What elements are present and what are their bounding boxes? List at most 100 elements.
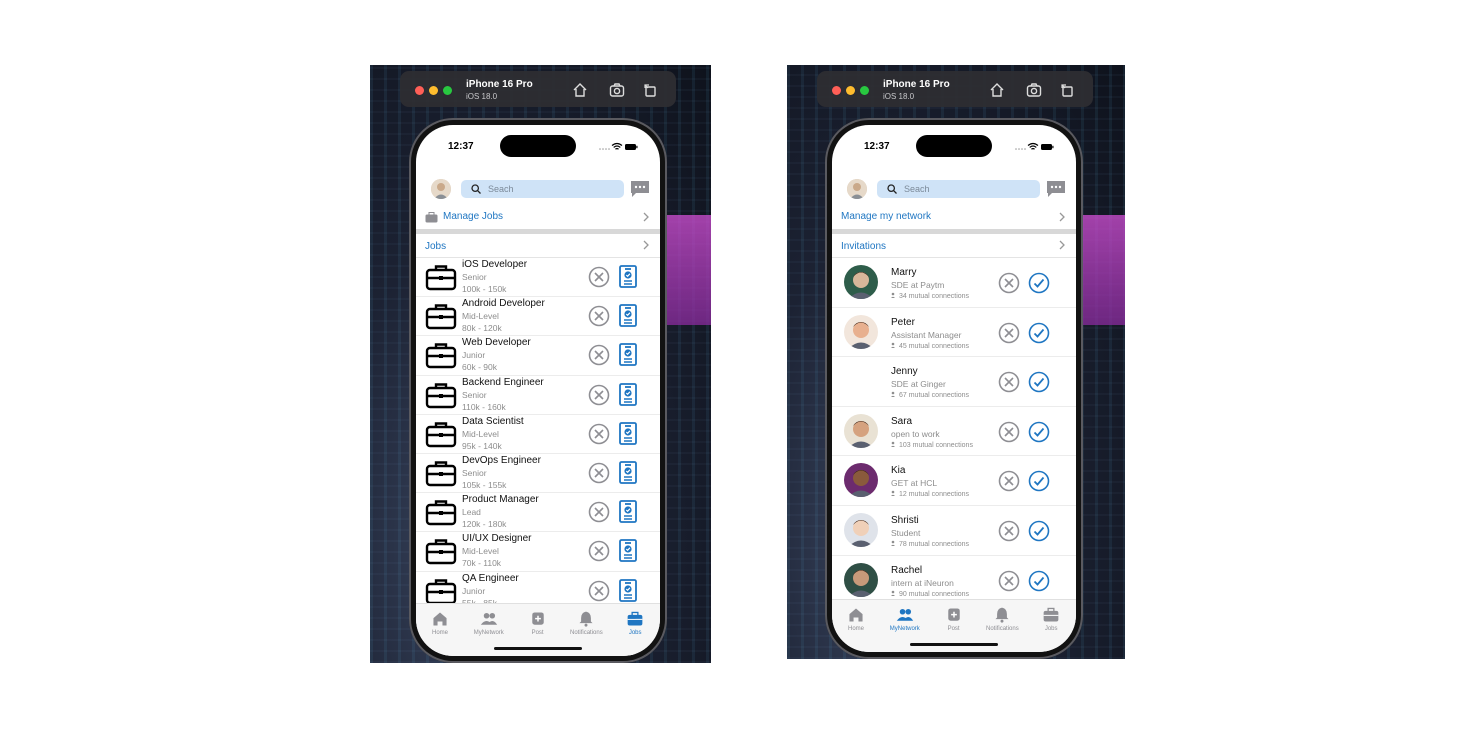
- accept-icon[interactable]: [1028, 322, 1050, 344]
- job-row[interactable]: Android Developer Mid-Level 80k - 120k: [416, 297, 660, 337]
- invitation-row[interactable]: Marry SDE at Paytm 34 mutual connections: [832, 258, 1076, 308]
- job-level: Senior: [462, 467, 487, 478]
- decline-icon[interactable]: [998, 520, 1020, 542]
- rotate-icon[interactable]: [1059, 82, 1075, 98]
- invitation-row[interactable]: Kia GET at HCL 12 mutual connections: [832, 456, 1076, 506]
- decline-icon[interactable]: [998, 272, 1020, 294]
- close-window-button[interactable]: [832, 86, 841, 95]
- phone-screen: 12:37 Seach Manage my network Invitation…: [832, 125, 1076, 652]
- apply-document-icon[interactable]: [619, 304, 637, 328]
- accept-icon[interactable]: [1028, 421, 1050, 443]
- invitation-row[interactable]: Peter Assistant Manager 45 mutual connecti…: [832, 308, 1076, 358]
- tab-notifications[interactable]: Notifications: [978, 606, 1026, 632]
- message-icon[interactable]: [1046, 180, 1066, 198]
- os-version: iOS 18.0: [466, 92, 498, 101]
- zoom-window-button[interactable]: [860, 86, 869, 95]
- home-icon[interactable]: [572, 82, 588, 98]
- dismiss-icon[interactable]: [588, 462, 610, 484]
- mutual-icon: [891, 391, 895, 398]
- manage-network-row[interactable]: Manage my network: [832, 207, 1076, 229]
- decline-icon[interactable]: [998, 322, 1020, 344]
- home-icon[interactable]: [989, 82, 1005, 98]
- invitation-row[interactable]: Rachel intern at iNeuron 90 mutual connect…: [832, 556, 1076, 603]
- job-title: Android Developer: [462, 298, 545, 310]
- apply-document-icon[interactable]: [619, 421, 637, 445]
- apply-document-icon[interactable]: [619, 461, 637, 484]
- tab-home[interactable]: Home: [832, 606, 880, 632]
- job-row[interactable]: iOS Developer Senior 100k - 150k: [416, 258, 660, 298]
- dismiss-icon[interactable]: [588, 266, 610, 288]
- dismiss-icon[interactable]: [588, 501, 610, 523]
- accept-icon[interactable]: [1028, 520, 1050, 542]
- tab-label: Notifications: [570, 630, 603, 636]
- apply-document-icon[interactable]: [619, 382, 637, 406]
- invitation-row[interactable]: Sara open to work 103 mutual connections: [832, 407, 1076, 457]
- accept-icon[interactable]: [1028, 371, 1050, 393]
- tab-mynetwork[interactable]: MyNetwork: [465, 610, 513, 636]
- job-row[interactable]: DevOps Engineer Senior 105k - 155k: [416, 454, 660, 494]
- search-input[interactable]: Seach: [877, 180, 1040, 198]
- apply-document-icon[interactable]: [619, 539, 637, 563]
- dismiss-icon[interactable]: [588, 305, 610, 327]
- invitations-list: Marry SDE at Paytm 34 mutual connections Pe…: [832, 258, 1076, 603]
- profile-avatar[interactable]: [431, 179, 451, 199]
- tab-label: MyNetwork: [889, 626, 920, 632]
- mutual-count: 12 mutual connections: [899, 491, 970, 499]
- connection-role: SDE at Paytm: [891, 280, 945, 290]
- accept-icon[interactable]: [1028, 272, 1050, 294]
- job-level: Junior: [462, 585, 486, 596]
- accept-icon[interactable]: [1028, 470, 1050, 492]
- search-input[interactable]: Seach: [461, 180, 624, 198]
- tab-jobs[interactable]: Jobs: [611, 610, 659, 636]
- home-icon: [433, 612, 447, 626]
- zoom-window-button[interactable]: [443, 86, 452, 95]
- decline-icon[interactable]: [998, 421, 1020, 443]
- apply-document-icon[interactable]: [619, 343, 637, 367]
- job-row[interactable]: Data Scientist Mid-Level 95k - 140k: [416, 415, 660, 454]
- dismiss-icon[interactable]: [588, 423, 610, 445]
- tab-jobs[interactable]: Jobs: [1027, 606, 1075, 632]
- job-row[interactable]: Product Manager Lead 120k - 180k: [416, 493, 660, 533]
- accept-icon[interactable]: [1028, 570, 1050, 592]
- job-row[interactable]: QA Engineer Junior 55k - 85k: [416, 572, 660, 603]
- screenshot-icon[interactable]: [609, 82, 625, 98]
- minimize-window-button[interactable]: [846, 86, 855, 95]
- manage-jobs-row[interactable]: Manage Jobs: [416, 207, 660, 229]
- profile-avatar[interactable]: [847, 179, 867, 199]
- tab-label: MyNetwork: [473, 630, 504, 636]
- tab-home[interactable]: Home: [416, 610, 464, 636]
- tab-post[interactable]: Post: [930, 606, 978, 632]
- dynamic-island: [916, 135, 992, 157]
- rotate-icon[interactable]: [642, 82, 658, 98]
- job-row[interactable]: Web Developer Junior 60k - 90k: [416, 336, 660, 376]
- jobs-section-header[interactable]: Jobs: [416, 235, 660, 258]
- screenshot-icon[interactable]: [1026, 82, 1042, 98]
- invitations-section-header[interactable]: Invitations: [832, 235, 1076, 258]
- apply-document-icon[interactable]: [619, 265, 637, 288]
- apply-document-icon[interactable]: [619, 578, 637, 602]
- close-window-button[interactable]: [415, 86, 424, 95]
- simulator-titlebar: iPhone 16 Pro iOS 18.0: [400, 71, 676, 107]
- tab-notifications[interactable]: Notifications: [562, 610, 610, 636]
- tab-mynetwork[interactable]: MyNetwork: [881, 606, 929, 632]
- dismiss-icon[interactable]: [588, 384, 610, 406]
- mutual-connections: 67 mutual connections: [891, 391, 969, 399]
- connection-name: Kia: [891, 465, 906, 477]
- status-time: 12:37: [864, 141, 890, 152]
- briefcase-icon: [1043, 607, 1059, 622]
- apply-document-icon[interactable]: [619, 500, 637, 524]
- search-placeholder: Seach: [488, 184, 514, 194]
- invitation-row[interactable]: Shristi Student 78 mutual connections: [832, 506, 1076, 556]
- tab-post[interactable]: Post: [514, 610, 562, 636]
- dismiss-icon[interactable]: [588, 580, 610, 602]
- decline-icon[interactable]: [998, 371, 1020, 393]
- decline-icon[interactable]: [998, 570, 1020, 592]
- invitation-row[interactable]: Jenny SDE at Ginger 67 mutual connections: [832, 357, 1076, 407]
- job-row[interactable]: Backend Engineer Senior 110k - 160k: [416, 376, 660, 415]
- dismiss-icon[interactable]: [588, 540, 610, 562]
- minimize-window-button[interactable]: [429, 86, 438, 95]
- job-row[interactable]: UI/UX Designer Mid-Level 70k - 110k: [416, 532, 660, 572]
- dismiss-icon[interactable]: [588, 344, 610, 366]
- decline-icon[interactable]: [998, 470, 1020, 492]
- message-icon[interactable]: [630, 180, 650, 198]
